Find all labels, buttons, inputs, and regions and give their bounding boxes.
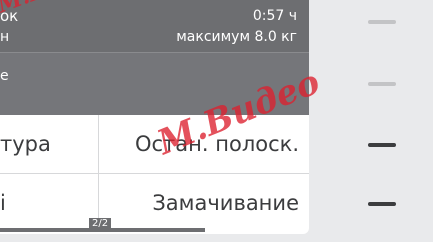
side-button-3[interactable] xyxy=(368,143,396,147)
option-label: тура xyxy=(0,132,51,156)
option-label: Остан. полоск. xyxy=(134,132,299,156)
duration-label: 0:57 ч xyxy=(252,8,297,24)
page-indicator: 2/2 xyxy=(89,218,112,230)
option-header-bar[interactable]: е xyxy=(0,52,309,115)
side-button-4[interactable] xyxy=(368,202,396,206)
side-button-2[interactable] xyxy=(368,82,396,86)
option-label: і xyxy=(0,191,6,215)
option-left-bottom[interactable]: і xyxy=(0,174,98,232)
side-button-1[interactable] xyxy=(368,20,396,24)
grid-divider-horizontal xyxy=(0,173,309,174)
max-load-label: максимум 8.0 кг xyxy=(176,29,297,45)
option-rinse-hold[interactable]: Остан. полоск. xyxy=(99,115,309,173)
option-temperature[interactable]: тура xyxy=(0,115,98,173)
program-title: ок xyxy=(0,7,19,25)
program-panel: ок н 0:57 ч максимум 8.0 кг е тура Остан… xyxy=(0,0,309,234)
option-label: Замачивание xyxy=(152,191,299,215)
option-soak[interactable]: Замачивание xyxy=(99,174,309,232)
header-bar: ок н 0:57 ч максимум 8.0 кг xyxy=(0,0,309,52)
program-subtitle: н xyxy=(0,29,10,45)
options-grid: тура Остан. полоск. і Замачивание xyxy=(0,115,309,234)
option-header-label: е xyxy=(0,68,9,84)
